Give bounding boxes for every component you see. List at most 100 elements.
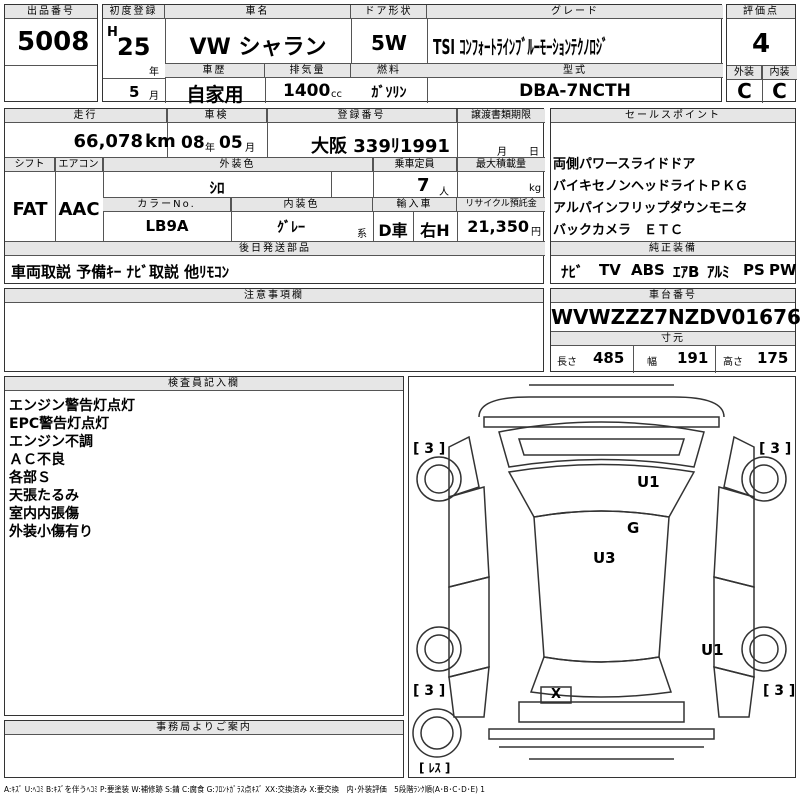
tire-rear-right: [ 3 ] [763, 683, 796, 699]
height-value: 175 [757, 349, 789, 367]
inspector-line-3: エンジン不調 [9, 434, 93, 450]
mark-glass-g: G [627, 519, 640, 537]
equip-ps: PS [743, 261, 765, 279]
recycle-unit: 円 [531, 227, 541, 238]
inspection-month-unit: 月 [245, 143, 255, 154]
first-reg-label: 初度登録 [103, 5, 165, 19]
aircon-value: AAC [58, 199, 100, 220]
score-box: 評価点 4 外装 内装 C C [726, 4, 797, 103]
equip-navi: ﾅﾋﾞ [561, 263, 584, 281]
max-load-unit: kg [529, 183, 542, 194]
mark-roof-u3: U3 [593, 549, 616, 567]
inspector-box: 検査員記入欄 エンジン警告灯点灯 EPC警告灯点灯 エンジン不調 ＡＣ不良 各部… [4, 376, 404, 716]
vin-label: 車台番号 [551, 289, 795, 303]
int-color-unit: 系 [357, 229, 367, 240]
recycle-label: リサイクル預託金 [457, 198, 545, 212]
sales-point-3: アルパインフリップダウンモニタ [553, 201, 748, 216]
score-label: 評価点 [727, 5, 795, 19]
first-reg-year-unit: 年 [149, 67, 159, 78]
width-label: 幅 [647, 357, 657, 368]
shift-label: シフト [5, 158, 55, 172]
mark-bumper-x: X [551, 687, 562, 702]
import-value-2: 右H [420, 221, 450, 240]
length-label: 長さ [557, 357, 577, 368]
score-value: 4 [751, 29, 771, 59]
vin-box: 車台番号 WVWZZZ7NZDV016767 寸元 長さ 485 幅 191 高… [550, 288, 800, 373]
displacement-value: 1400 [283, 81, 331, 101]
capacity-value: 7 [417, 175, 430, 196]
equip-pw: PW [769, 261, 797, 279]
int-score: C [772, 79, 787, 103]
inspector-line-1: エンジン警告灯点灯 [9, 398, 135, 414]
spare-tire: [ ﾚｽ ] [419, 761, 451, 775]
transfer-month-unit: 月 [497, 147, 507, 158]
ext-color-label: 外装色 [103, 158, 373, 172]
int-color-value: ｸﾞﾚｰ [277, 220, 305, 236]
grade-label: グレード [427, 5, 723, 19]
inspection-month: 05 [219, 133, 243, 153]
capacity-label: 乗車定員 [373, 158, 457, 172]
width-value: 191 [677, 349, 709, 367]
office-box: 事務局よりご案内 [4, 720, 404, 778]
first-reg-year: 25 [117, 33, 151, 61]
notes-label: 注意事項欄 [5, 289, 543, 303]
notes-box: 注意事項欄 [4, 288, 544, 372]
fuel-label: 燃料 [351, 64, 427, 78]
ext-score-label: 外装 [727, 66, 762, 80]
inspector-line-8: 外装小傷有り [9, 524, 93, 540]
inspector-label: 検査員記入欄 [5, 377, 403, 391]
aircon-label: エアコン [55, 158, 103, 172]
sales-points-label: セールスポイント [551, 109, 795, 123]
car-name: VW シャラン [189, 35, 327, 60]
inspection-label: 車検 [167, 109, 267, 123]
history-value: 自家用 [186, 84, 244, 106]
import-label: 輸入車 [373, 198, 457, 212]
lot-box: 出品番号 5008 [4, 4, 98, 102]
int-color-label: 内装色 [231, 198, 373, 212]
tire-front-right: [ 3 ] [759, 441, 792, 457]
dims-label: 寸元 [551, 332, 795, 346]
equip-tv: TV [599, 261, 621, 279]
recycle-value: 21,350 [467, 217, 529, 236]
color-no-value: LB9A [145, 217, 189, 235]
door-label: ドア形状 [351, 5, 427, 19]
grade-value: TSI ｺﾝﾌｫｰﾄﾗｲﾝﾌﾞﾙｰﾓｰｼｮﾝﾃｸﾉﾛｼﾞ [433, 35, 609, 59]
tire-rear-left: [ 3 ] [413, 683, 446, 699]
plate-value: 大阪 339ﾘ1991 [311, 136, 450, 157]
car-name-label: 車名 [165, 5, 351, 19]
vehicle-header-box: 初度登録 H 25 年 5 月 車名 VW シャラン ドア形状 5W グレード … [102, 4, 723, 106]
car-diagram [412, 384, 787, 760]
inspection-year-unit: 年 [205, 143, 215, 154]
office-label: 事務局よりご案内 [5, 721, 403, 735]
fuel-value: ｶﾞｿﾘﾝ [371, 85, 407, 101]
mark-right-u1: U1 [701, 641, 724, 659]
model-value: DBA-7NCTH [519, 81, 631, 101]
length-value: 485 [593, 349, 625, 367]
inspector-line-7: 室内内張傷 [9, 506, 79, 522]
inspector-line-2: EPC警告灯点灯 [9, 416, 110, 432]
vin-value: WVWZZZ7NZDV016767 [551, 305, 800, 329]
inspector-line-6: 天張たるみ [9, 488, 79, 504]
int-score-label: 内装 [762, 66, 797, 80]
equipment-label: 純正装備 [551, 242, 795, 256]
height-label: 高さ [723, 357, 743, 368]
model-label: 型式 [427, 64, 723, 78]
mileage-value: 66,078 [73, 131, 143, 152]
details-box: 走行 車検 登録番号 譲渡書類期限 66,078 km 08 年 05 月 大阪… [4, 108, 545, 284]
lot-number: 5008 [17, 27, 90, 57]
parts-value: 車両取説 予備ｷｰ ﾅﾋﾞ取説 他ﾘﾓｺﾝ [11, 263, 230, 281]
equip-abs: ABS [631, 261, 665, 279]
plate-label: 登録番号 [267, 109, 457, 123]
sales-point-1: 両側パワースライドドア [553, 157, 696, 172]
sales-box: セールスポイント 両側パワースライドドア バイキセノンヘッドライトＰＫＧ アルパ… [550, 108, 797, 284]
displacement-label: 排気量 [265, 64, 351, 78]
first-reg-month-unit: 月 [149, 91, 159, 102]
capacity-unit: 人 [439, 187, 449, 198]
displacement-unit: cc [331, 89, 342, 100]
max-load-label: 最大積載量 [457, 158, 545, 172]
color-no-label: カラーNo. [103, 198, 231, 212]
ext-score: C [737, 79, 752, 103]
ext-color-value: ｼﾛ [209, 179, 225, 197]
lot-label: 出品番号 [5, 5, 97, 19]
equip-alloy: ｱﾙﾐ [707, 263, 730, 281]
